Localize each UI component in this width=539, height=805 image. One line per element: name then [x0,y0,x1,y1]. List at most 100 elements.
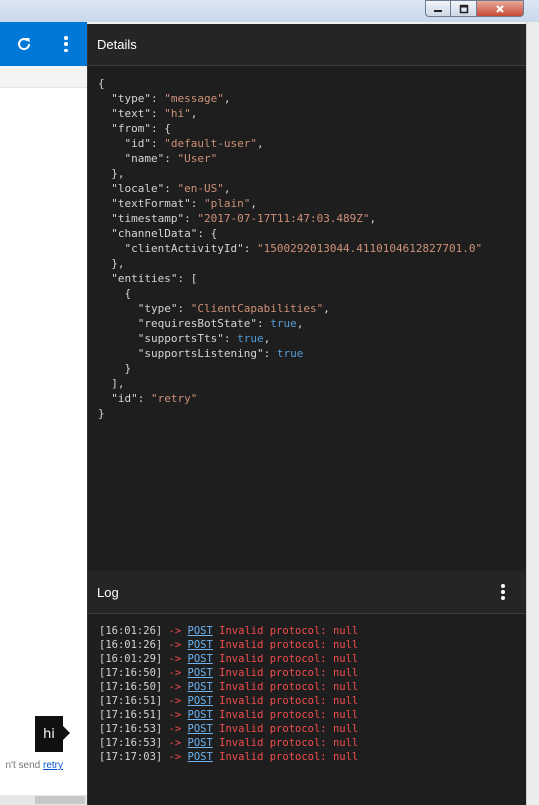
horizontal-scrollbar-thumb[interactable] [35,796,85,804]
json-token: : { [151,122,171,135]
log-arrow: -> [168,695,182,707]
json-token: "textFormat" [111,197,191,210]
chat-header-strip [0,66,87,88]
log-entry: [16:01:29] -> POST Invalid protocol: nul… [99,652,526,666]
json-token: "type" [137,302,178,315]
json-token: { [98,287,132,300]
json-token: "hi" [164,107,191,120]
log-entry: [17:16:51] -> POST Invalid protocol: nul… [99,708,526,722]
json-token: true [270,317,297,330]
json-token: "entities" [111,272,178,285]
log-method-link[interactable]: POST [188,625,213,637]
close-button[interactable] [477,0,524,17]
json-token: : [151,107,165,120]
details-header: Details [88,24,526,66]
json-line: } [98,361,526,376]
json-token: "from" [111,122,151,135]
log-entry: [17:16:50] -> POST Invalid protocol: nul… [99,666,526,680]
log-entry: [16:01:26] -> POST Invalid protocol: nul… [99,624,526,638]
retry-link[interactable]: retry [43,760,63,771]
json-line: "id": "default-user", [98,136,526,151]
json-viewer[interactable]: { "type": "message", "text": "hi", "from… [88,66,526,421]
json-token: "User" [177,152,218,165]
json-token: , [296,317,304,330]
json-line: }, [98,166,526,181]
refresh-button[interactable] [12,32,36,56]
json-token: "id" [111,392,138,405]
json-token: true [276,347,304,360]
json-token: } [98,407,105,420]
json-token: , [263,332,271,345]
json-token: : [151,137,165,150]
json-line: "requiresBotState": true, [98,316,526,331]
log-method-link[interactable]: POST [188,751,213,763]
log-list: [16:01:26] -> POST Invalid protocol: nul… [88,614,526,764]
json-token: }, [98,167,125,180]
log-entry: [17:16:53] -> POST Invalid protocol: nul… [99,722,526,736]
bubble-tail [63,726,70,740]
json-line: ], [98,376,526,391]
minimize-button[interactable] [425,0,451,17]
json-line: }, [98,256,526,271]
log-method-link[interactable]: POST [188,681,213,693]
log-arrow: -> [168,737,182,749]
json-token: "name" [124,152,165,165]
json-token: : [256,317,271,330]
chat-toolbar [0,22,87,66]
window-titlebar [0,0,539,22]
log-method-link[interactable]: POST [188,723,213,735]
log-timestamp: [17:16:53] [99,723,163,735]
json-line: "id": "retry" [98,391,526,406]
json-line: "textFormat": "plain", [98,196,526,211]
log-method-link[interactable]: POST [188,639,213,651]
json-token: , [323,302,330,315]
more-vertical-icon [501,584,505,588]
log-error-message: Invalid protocol: null [219,737,359,749]
log-error-message: Invalid protocol: null [219,625,359,637]
log-panel: Log [16:01:26] -> POST Invalid protocol:… [87,571,526,805]
window-controls [425,0,524,17]
chat-menu-button[interactable] [54,32,78,56]
json-token: , [223,182,231,195]
log-entry: [17:16:53] -> POST Invalid protocol: nul… [99,736,526,750]
json-token: "timestamp" [111,212,185,225]
log-method-link[interactable]: POST [188,667,213,679]
json-token: : [177,302,191,315]
json-line: "locale": "en-US", [98,181,526,196]
log-timestamp: [17:16:50] [99,667,163,679]
json-token: : [164,182,178,195]
log-menu-button[interactable] [496,582,510,602]
log-timestamp: [16:01:29] [99,653,163,665]
log-entry: [17:16:51] -> POST Invalid protocol: nul… [99,694,526,708]
log-timestamp: [16:01:26] [99,625,163,637]
log-arrow: -> [168,625,182,637]
maximize-button[interactable] [451,0,477,17]
send-status-text: n't send [5,760,41,771]
log-method-link[interactable]: POST [188,709,213,721]
log-timestamp: [17:16:51] [99,709,163,721]
log-error-message: Invalid protocol: null [219,695,359,707]
json-line: { [98,286,526,301]
json-line: "supportsTts": true, [98,331,526,346]
json-token: "type" [111,92,151,105]
log-arrow: -> [168,709,182,721]
log-method-link[interactable]: POST [188,653,213,665]
log-method-link[interactable]: POST [188,695,213,707]
log-entry: [17:16:50] -> POST Invalid protocol: nul… [99,680,526,694]
log-error-message: Invalid protocol: null [219,653,359,665]
json-token: true [237,332,264,345]
log-error-message: Invalid protocol: null [219,639,359,651]
json-line: { [98,76,526,91]
json-token: "retry" [151,392,198,405]
chat-message-bubble[interactable]: hi [35,716,63,752]
log-method-link[interactable]: POST [188,737,213,749]
json-token: "1500292013044.4110104612827701.0" [256,242,483,255]
log-arrow: -> [168,723,182,735]
